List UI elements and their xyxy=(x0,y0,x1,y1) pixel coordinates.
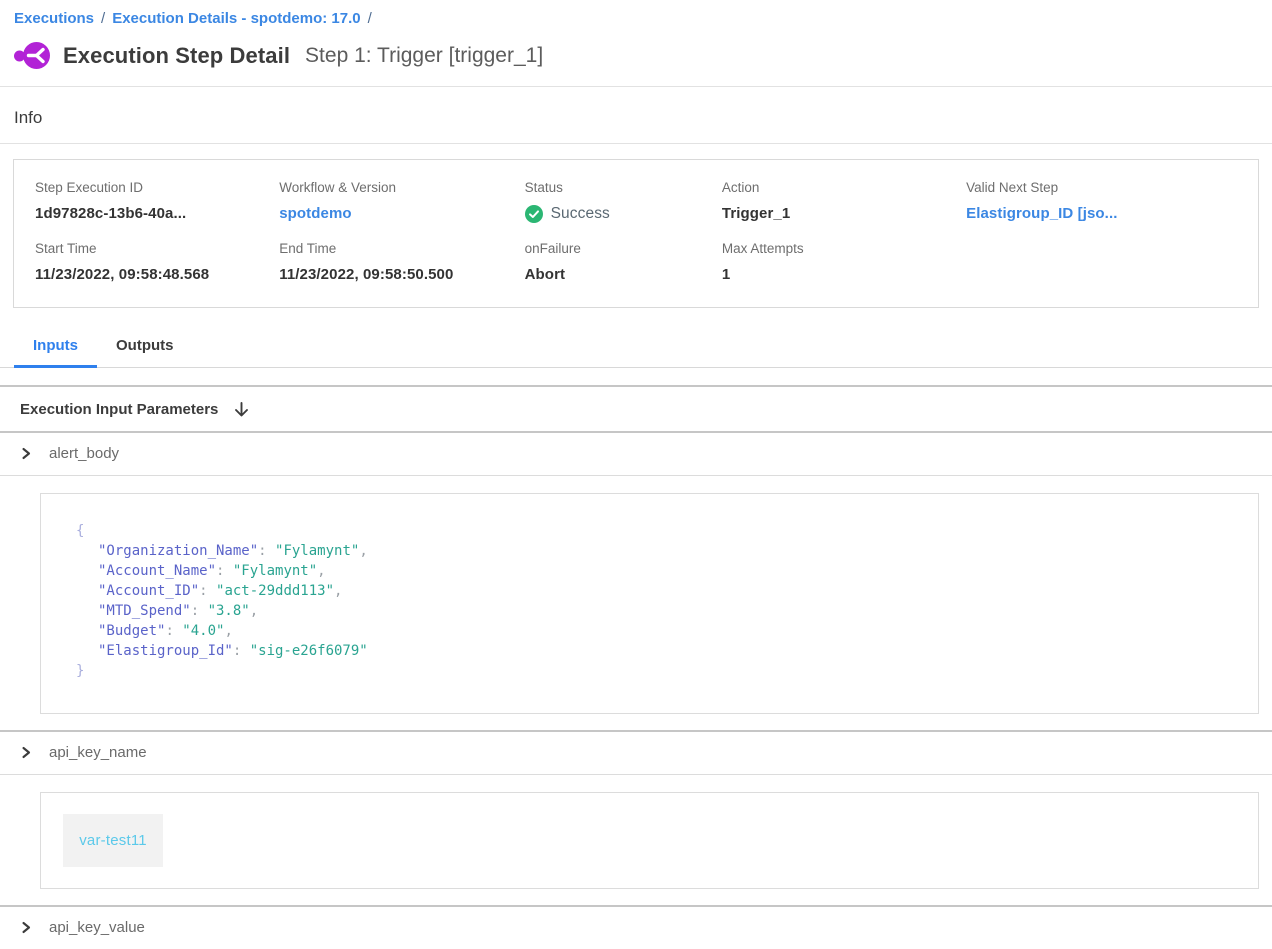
status-text: Success xyxy=(551,205,610,223)
chevron-right-icon xyxy=(20,746,32,759)
info-field-label: Action xyxy=(722,180,966,195)
page-subtitle: Step 1: Trigger [trigger_1] xyxy=(305,44,543,68)
info-field-label: End Time xyxy=(279,241,524,256)
info-field-value: Abort xyxy=(525,266,722,283)
info-field-label: Workflow & Version xyxy=(279,180,524,195)
breadcrumb-separator: / xyxy=(368,10,372,27)
info-field-value[interactable]: Elastigroup_ID [jso... xyxy=(966,205,1238,222)
fylamynt-logo-icon xyxy=(14,40,51,71)
success-check-icon xyxy=(525,205,543,223)
param-row-api-key-value[interactable]: api_key_value xyxy=(0,907,1272,949)
info-field-end-time: End Time 11/23/2022, 09:58:50.500 xyxy=(279,241,524,283)
breadcrumb: Executions / Execution Details - spotdemo:… xyxy=(0,0,1272,27)
info-field-value: Trigger_1 xyxy=(722,205,966,222)
info-field-status: Status Success xyxy=(525,180,722,223)
divider xyxy=(0,143,1272,144)
alert-body-panel: {"Organization_Name": "Fylamynt","Accoun… xyxy=(40,493,1259,714)
info-field-onfailure: onFailure Abort xyxy=(525,241,722,283)
info-field-label: onFailure xyxy=(525,241,722,256)
param-section-api-key-name: api_key_name var-test11 xyxy=(0,730,1272,889)
param-name: api_key_value xyxy=(49,919,145,936)
tab-inputs[interactable]: Inputs xyxy=(14,333,97,367)
param-name: alert_body xyxy=(49,445,119,462)
breadcrumb-separator: / xyxy=(101,10,105,27)
param-section-alert-body: alert_body {"Organization_Name": "Fylamy… xyxy=(0,431,1272,714)
breadcrumb-link-executions[interactable]: Executions xyxy=(14,10,94,27)
info-field-start-time: Start Time 11/23/2022, 09:58:48.568 xyxy=(35,241,279,283)
tab-outputs[interactable]: Outputs xyxy=(97,333,193,367)
info-field-value: 1 xyxy=(722,266,966,283)
info-field-label: Start Time xyxy=(35,241,279,256)
info-field-workflow-version: Workflow & Version spotdemo xyxy=(279,180,524,223)
api-key-name-panel: var-test11 xyxy=(40,792,1259,889)
api-key-name-value-chip: var-test11 xyxy=(63,814,163,867)
info-card: Step Execution ID 1d97828c-13b6-40a...Wor… xyxy=(13,159,1259,308)
info-field-value: 1d97828c-13b6-40a... xyxy=(35,205,279,222)
info-field-step-execution-id: Step Execution ID 1d97828c-13b6-40a... xyxy=(35,180,279,223)
param-row-alert-body[interactable]: alert_body xyxy=(0,433,1272,476)
info-field-label: Status xyxy=(525,180,722,195)
info-field-action: Action Trigger_1 xyxy=(722,180,966,223)
tab-bar: InputsOutputs xyxy=(0,333,1272,368)
info-field-value: 11/23/2022, 09:58:48.568 xyxy=(35,266,279,283)
info-field-value: Success xyxy=(525,205,722,223)
param-row-api-key-name[interactable]: api_key_name xyxy=(0,732,1272,775)
info-field-max-attempts: Max Attempts 1 xyxy=(722,241,966,283)
page-title: Execution Step Detail xyxy=(63,43,290,69)
arrow-down-icon[interactable] xyxy=(233,401,250,418)
info-field-value: 11/23/2022, 09:58:50.500 xyxy=(279,266,524,283)
info-field-label: Max Attempts xyxy=(722,241,966,256)
info-field-value[interactable]: spotdemo xyxy=(279,205,524,222)
breadcrumb-link-execution-details[interactable]: Execution Details - spotdemo: 17.0 xyxy=(112,10,360,27)
info-section-title: Info xyxy=(0,87,1272,143)
chevron-right-icon xyxy=(20,921,32,934)
info-field-valid-next-step: Valid Next Step Elastigroup_ID [jso... xyxy=(966,180,1238,223)
execution-input-parameters-title: Execution Input Parameters xyxy=(20,401,218,418)
alert-body-json-viewer: {"Organization_Name": "Fylamynt","Accoun… xyxy=(41,494,1258,713)
page-header: Execution Step Detail Step 1: Trigger [t… xyxy=(0,27,1272,86)
param-name: api_key_name xyxy=(49,744,147,761)
info-field-label: Valid Next Step xyxy=(966,180,1238,195)
execution-input-parameters-header: Execution Input Parameters xyxy=(0,387,1272,431)
chevron-right-icon xyxy=(20,447,32,460)
info-field-label: Step Execution ID xyxy=(35,180,279,195)
param-section-api-key-value: api_key_value xyxy=(0,905,1272,949)
